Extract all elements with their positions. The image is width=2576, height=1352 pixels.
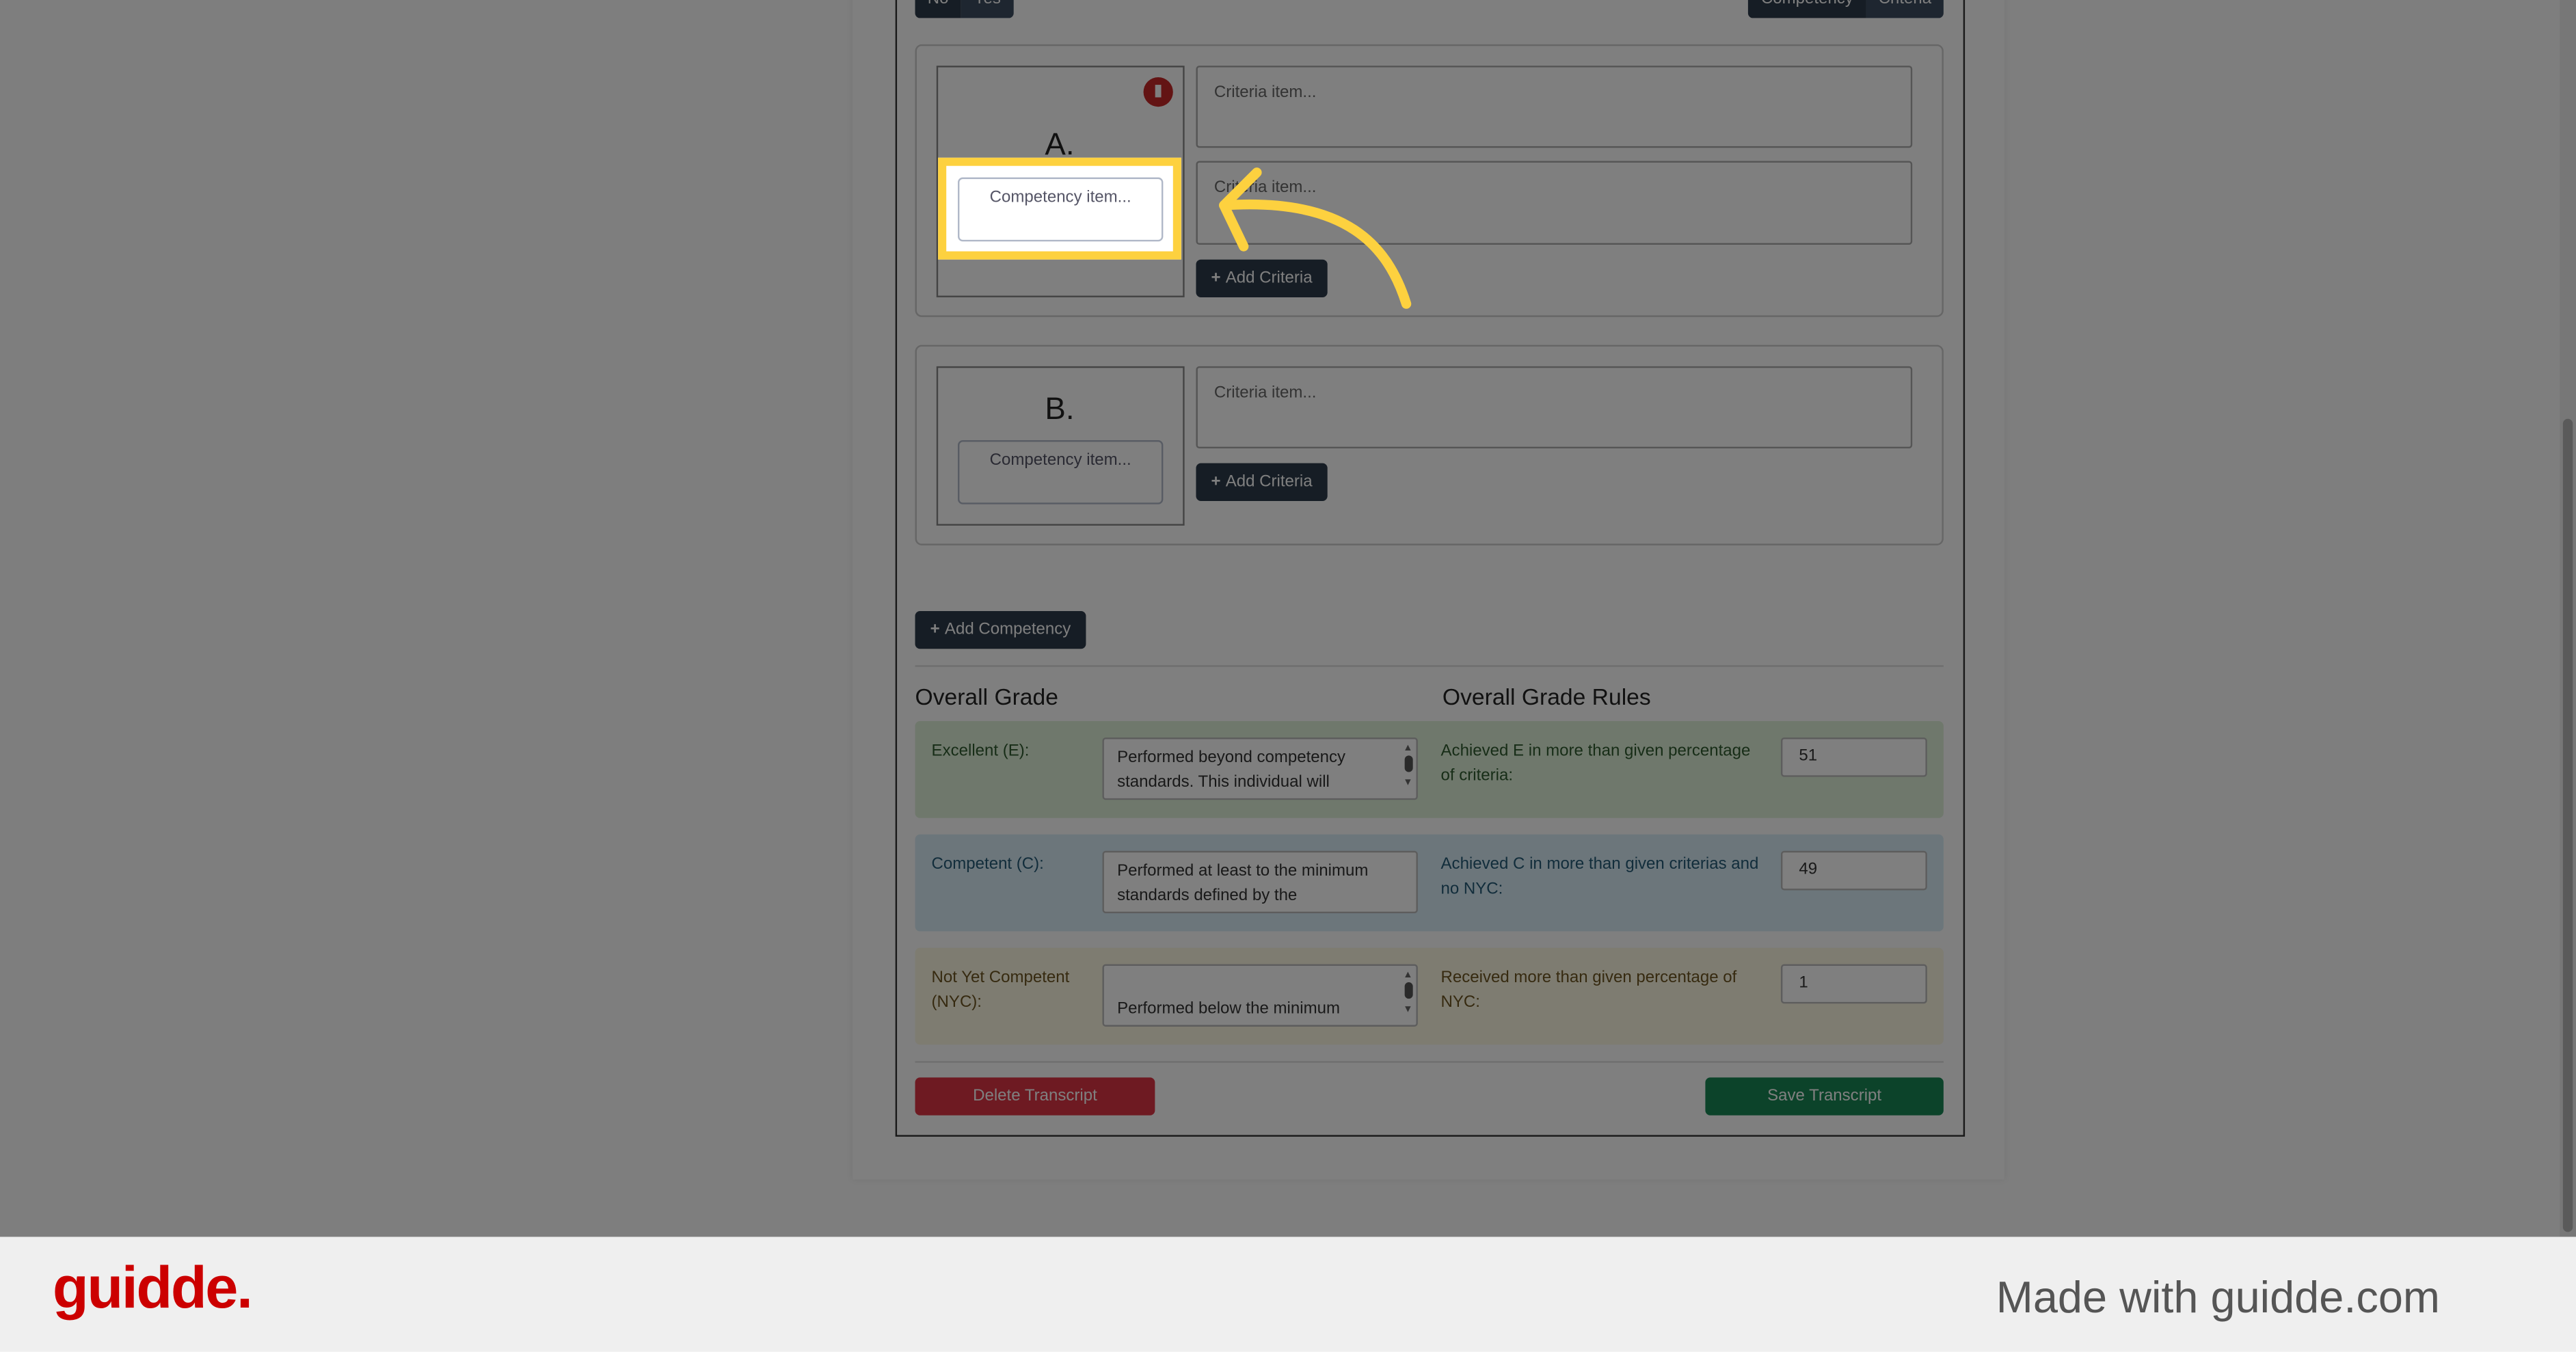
page: No Yes Competency Criteria ▮ A. Criteria… [0, 0, 2576, 1352]
guidde-logo: guidde. [52, 1253, 253, 1321]
footer-bar: guidde. Made with guidde.com [0, 1236, 2576, 1352]
footer-tagline: Made with guidde.com [1996, 1273, 2440, 1323]
pointer-arrow-icon [1219, 167, 1412, 309]
